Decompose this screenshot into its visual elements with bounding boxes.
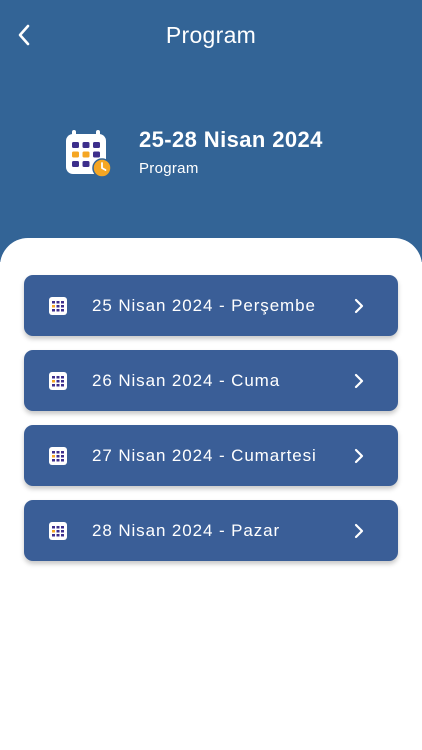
program-screen: Program 25-28 Nisan 2024 Program 25 Nisa…	[0, 0, 422, 750]
content-panel: 25 Nisan 2024 - Perşembe 26 Nisan 2024 -…	[0, 238, 422, 750]
day-item-label: 28 Nisan 2024 - Pazar	[92, 521, 281, 540]
day-item-label: 25 Nisan 2024 - Perşembe	[92, 296, 316, 315]
header: Program 25-28 Nisan 2024 Program	[0, 0, 422, 262]
calendar-icon	[49, 522, 67, 540]
calendar-icon	[49, 297, 67, 315]
event-subtitle: Program	[139, 160, 199, 177]
day-item-label: 27 Nisan 2024 - Cumartesi	[92, 446, 317, 465]
day-item-1[interactable]: 25 Nisan 2024 - Perşembe	[24, 275, 398, 336]
calendar-clock-icon	[66, 130, 112, 178]
chevron-right-icon	[354, 448, 364, 464]
calendar-icon	[49, 372, 67, 390]
chevron-right-icon	[354, 523, 364, 539]
day-item-3[interactable]: 27 Nisan 2024 - Cumartesi	[24, 425, 398, 486]
day-item-2[interactable]: 26 Nisan 2024 - Cuma	[24, 350, 398, 411]
chevron-right-icon	[354, 373, 364, 389]
page-title: Program	[165, 22, 257, 48]
event-date-range: 25-28 Nisan 2024	[139, 127, 323, 152]
day-list: 25 Nisan 2024 - Perşembe 26 Nisan 2024 -…	[24, 275, 398, 575]
calendar-icon	[49, 447, 67, 465]
day-item-label: 26 Nisan 2024 - Cuma	[92, 371, 281, 390]
day-item-4[interactable]: 28 Nisan 2024 - Pazar	[24, 500, 398, 561]
chevron-right-icon	[354, 298, 364, 314]
